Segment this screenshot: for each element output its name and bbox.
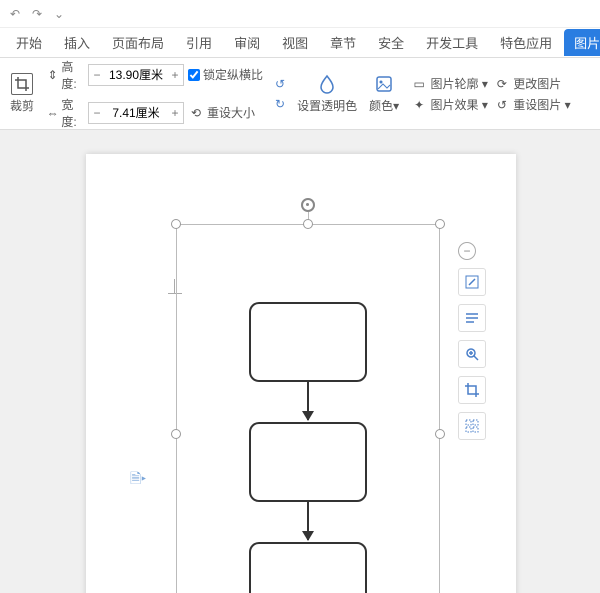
qat-dropdown-icon[interactable]: ⌄ — [52, 7, 66, 21]
document-page[interactable]: 🗎▸ − — [86, 154, 516, 593]
floating-toolbar: − — [458, 242, 486, 440]
collapse-button[interactable]: − — [458, 242, 476, 260]
resize-handle-tl[interactable] — [171, 219, 181, 229]
tab-chapter[interactable]: 章节 — [320, 29, 366, 56]
effect-icon: ✦ — [411, 98, 427, 112]
flowchart-arrow-2 — [307, 502, 309, 540]
transparent-color-icon — [316, 73, 338, 95]
tab-start[interactable]: 开始 — [6, 29, 52, 56]
resize-handle-t[interactable] — [303, 219, 313, 229]
reset-size-icon: ⟲ — [188, 106, 204, 120]
height-label: ⇕高度: — [46, 58, 84, 92]
width-spinner[interactable]: − + — [88, 102, 184, 124]
reset-pic-icon: ↺ — [494, 98, 510, 112]
crop-icon — [11, 73, 33, 95]
outline-icon: ▭ — [411, 77, 427, 91]
crop-tool-button[interactable] — [458, 376, 486, 404]
height-input[interactable] — [105, 68, 167, 82]
lock-aspect-checkbox[interactable]: 锁定纵横比 — [188, 66, 263, 83]
resize-handle-tr[interactable] — [435, 219, 445, 229]
select-similar-button[interactable] — [458, 412, 486, 440]
transparent-color-group[interactable]: 设置透明色 — [297, 73, 357, 114]
zoom-button[interactable] — [458, 340, 486, 368]
change-pic-icon: ⟳ — [494, 77, 510, 91]
height-minus[interactable]: − — [89, 68, 105, 82]
tab-security[interactable]: 安全 — [368, 29, 414, 56]
undo-icon[interactable]: ↶ — [8, 7, 22, 21]
ribbon-tabs: 开始 插入 页面布局 引用 审阅 视图 章节 安全 开发工具 特色应用 图片工 — [0, 28, 600, 58]
flowchart-node-3 — [249, 542, 367, 593]
lock-aspect-label: 锁定纵横比 — [203, 66, 263, 83]
lock-aspect-input[interactable] — [188, 69, 200, 81]
height-plus[interactable]: + — [167, 68, 183, 82]
crop-group[interactable]: 裁剪 — [10, 73, 34, 114]
selected-object[interactable] — [176, 224, 440, 593]
text-wrap-button[interactable] — [458, 304, 486, 332]
ribbon: 裁剪 ⇕高度: − + 锁定纵横比 ⇔宽度: − + ⟲ 重设大小 — [0, 58, 600, 130]
width-icon: ⇔ — [46, 106, 59, 120]
redo-icon[interactable]: ↷ — [30, 7, 44, 21]
height-spinner[interactable]: − + — [88, 64, 184, 86]
rotate-left-icon[interactable]: ↺ — [275, 77, 285, 91]
reset-size-button[interactable]: ⟲ 重设大小 — [188, 104, 255, 121]
flowchart-node-2 — [249, 422, 367, 502]
color-group[interactable]: 颜色▾ — [369, 73, 399, 114]
rotate-right-icon[interactable]: ↻ — [275, 97, 285, 111]
paragraph-mark-icon: 🗎▸ — [130, 468, 146, 492]
width-label: ⇔宽度: — [46, 96, 84, 130]
picture-effect-button[interactable]: ✦ 图片效果 ▾ — [411, 96, 488, 113]
tab-special[interactable]: 特色应用 — [490, 29, 562, 56]
color-label: 颜色▾ — [369, 97, 399, 114]
document-workspace: 🗎▸ − — [0, 130, 600, 593]
reset-picture-button[interactable]: ↺ 重设图片 ▾ — [494, 96, 571, 113]
flowchart-arrow-1 — [307, 382, 309, 420]
tab-page-layout[interactable]: 页面布局 — [102, 29, 174, 56]
transparent-color-label: 设置透明色 — [297, 97, 357, 114]
change-picture-button[interactable]: ⟳ 更改图片 — [494, 75, 561, 92]
edit-button[interactable] — [458, 268, 486, 296]
height-icon: ⇕ — [46, 68, 59, 82]
color-icon — [373, 73, 395, 95]
tab-references[interactable]: 引用 — [176, 29, 222, 56]
tab-devtools[interactable]: 开发工具 — [416, 29, 488, 56]
tab-view[interactable]: 视图 — [272, 29, 318, 56]
width-input[interactable] — [105, 106, 167, 120]
tab-insert[interactable]: 插入 — [54, 29, 100, 56]
size-group: ⇕高度: − + 锁定纵横比 ⇔宽度: − + ⟲ 重设大小 — [46, 58, 263, 130]
rotate-group: ↺ ↻ — [275, 77, 285, 111]
tab-review[interactable]: 审阅 — [224, 29, 270, 56]
width-plus[interactable]: + — [167, 106, 183, 120]
flowchart-node-1 — [249, 302, 367, 382]
picture-outline-button[interactable]: ▭ 图片轮廓 ▾ — [411, 75, 488, 92]
resize-handle-r[interactable] — [435, 429, 445, 439]
quick-access-toolbar: ↶ ↷ ⌄ — [0, 0, 600, 28]
picture-ops-group: ▭ 图片轮廓 ▾ ⟳ 更改图片 ✦ 图片效果 ▾ ↺ 重设图片 ▾ — [411, 75, 570, 113]
tab-picture-tools[interactable]: 图片工 — [564, 29, 600, 56]
resize-handle-l[interactable] — [171, 429, 181, 439]
crop-label: 裁剪 — [10, 97, 34, 114]
rotate-handle[interactable] — [301, 198, 315, 212]
width-minus[interactable]: − — [89, 106, 105, 120]
